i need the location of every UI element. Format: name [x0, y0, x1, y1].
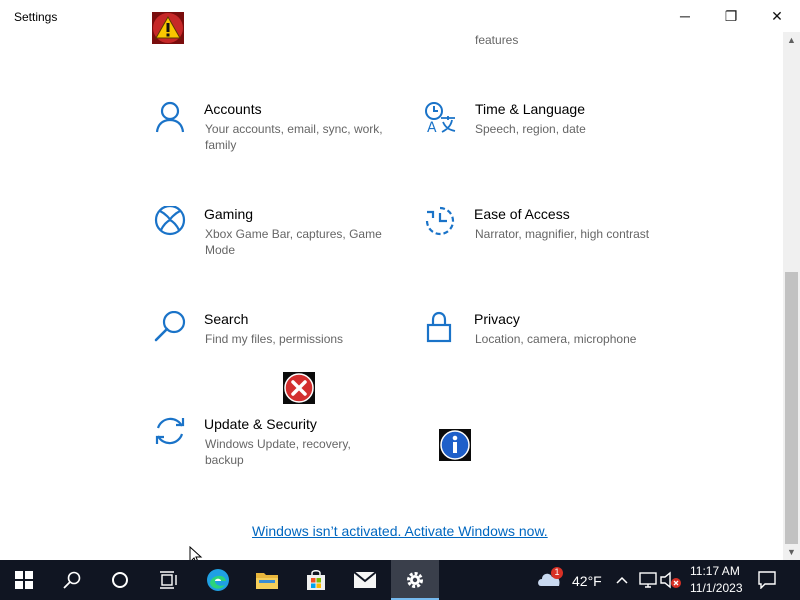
- title-bar[interactable]: Settings ─ ❐ ✕: [0, 0, 800, 32]
- settings-window: Settings ─ ❐ ✕ features Accounts Your ac…: [0, 0, 800, 560]
- tile-title: Privacy: [474, 311, 520, 327]
- notification-icon: [758, 571, 776, 589]
- scroll-thumb[interactable]: [785, 272, 798, 544]
- tile-update-security[interactable]: Update & Security Windows Update, recove…: [154, 416, 404, 496]
- tile-description: Xbox Game Bar, captures, Game Mode: [205, 227, 382, 257]
- taskbar-search-button[interactable]: [48, 560, 96, 600]
- mail-button[interactable]: [341, 560, 389, 600]
- search-icon: [63, 571, 81, 589]
- window-title: Settings: [14, 10, 58, 24]
- weather-badge: 1: [554, 567, 560, 577]
- network-icon: [639, 572, 657, 588]
- activate-windows-link[interactable]: Windows isn’t activated. Activate Window…: [252, 523, 548, 539]
- chevron-up-icon: [616, 576, 628, 584]
- minimize-icon: ─: [680, 8, 690, 24]
- start-button[interactable]: [0, 560, 48, 600]
- store-icon: [307, 570, 325, 590]
- close-button[interactable]: ✕: [754, 0, 800, 32]
- ease-of-access-icon: [425, 206, 455, 236]
- volume-button[interactable]: [660, 570, 682, 590]
- folder-icon: [256, 573, 278, 589]
- tile-title: Ease of Access: [474, 206, 570, 222]
- mouse-cursor-icon: [189, 546, 203, 560]
- store-button[interactable]: [292, 560, 340, 600]
- sync-icon: [155, 417, 185, 445]
- restore-icon: ❐: [724, 7, 738, 24]
- show-hidden-icons-button[interactable]: [614, 570, 630, 590]
- tile-description: Narrator, magnifier, high contrast: [475, 227, 650, 241]
- person-icon: [155, 101, 185, 133]
- tile-description: Speech, region, date: [475, 122, 586, 136]
- search-icon: [154, 311, 186, 342]
- svg-text:A: A: [427, 120, 437, 135]
- tile-title: Time & Language: [475, 101, 585, 117]
- edge-button[interactable]: [194, 560, 242, 600]
- tile-privacy[interactable]: Privacy Location, camera, microphone: [424, 311, 674, 391]
- tile-search[interactable]: Search Find my files, permissions: [154, 311, 404, 391]
- time-language-icon: A: [425, 102, 456, 135]
- clock-date[interactable]: 11/1/2023: [690, 581, 743, 595]
- cortana-icon: [112, 572, 128, 588]
- cortana-button[interactable]: [96, 560, 144, 600]
- taskbar: 1 42°F 11:17 AM 11/1/2023: [0, 560, 800, 600]
- tile-gaming[interactable]: Gaming Xbox Game Bar, captures, Game Mod…: [154, 206, 404, 286]
- file-explorer-button[interactable]: [243, 560, 291, 600]
- task-view-icon: [160, 571, 177, 589]
- info-icon: [439, 429, 471, 461]
- tile-description: Windows Update, recovery, backup: [205, 437, 351, 467]
- windows-logo-icon: [15, 571, 33, 589]
- gear-icon: [407, 572, 423, 588]
- tile-title: Update & Security: [204, 416, 317, 432]
- task-view-button[interactable]: [144, 560, 192, 600]
- category-description-cutoff: features: [475, 33, 519, 47]
- weather-temperature[interactable]: 42°F: [572, 573, 602, 589]
- minimize-button[interactable]: ─: [662, 0, 708, 32]
- network-button[interactable]: [638, 570, 658, 590]
- maximize-button[interactable]: ❐: [708, 0, 754, 32]
- error-icon: [283, 372, 315, 404]
- tile-time-language[interactable]: A Time & Language Speech, region, date: [424, 101, 674, 181]
- action-center-button[interactable]: [754, 568, 780, 592]
- edge-icon: [207, 569, 229, 591]
- warning-icon: [152, 12, 184, 44]
- scroll-up-icon[interactable]: ▲: [783, 32, 800, 48]
- tile-description: Location, camera, microphone: [475, 332, 637, 346]
- settings-taskbar-button[interactable]: [391, 560, 439, 600]
- tile-title: Gaming: [204, 206, 254, 222]
- vertical-scrollbar[interactable]: ▲ ▼: [783, 32, 800, 560]
- tile-title: Search: [204, 311, 249, 327]
- mail-icon: [353, 571, 377, 588]
- tile-description: Your accounts, email, sync, work, family: [205, 122, 383, 152]
- tile-accounts[interactable]: Accounts Your accounts, email, sync, wor…: [154, 101, 404, 181]
- xbox-icon: [154, 206, 186, 236]
- tile-ease-of-access[interactable]: Ease of Access Narrator, magnifier, high…: [424, 206, 674, 286]
- clock-time[interactable]: 11:17 AM: [690, 564, 740, 578]
- volume-muted-icon: [660, 571, 681, 589]
- tile-title: Accounts: [204, 101, 262, 117]
- lock-icon: [426, 311, 452, 343]
- scroll-down-icon[interactable]: ▼: [783, 544, 800, 560]
- tile-description: Find my files, permissions: [205, 332, 344, 346]
- close-icon: ✕: [771, 7, 783, 24]
